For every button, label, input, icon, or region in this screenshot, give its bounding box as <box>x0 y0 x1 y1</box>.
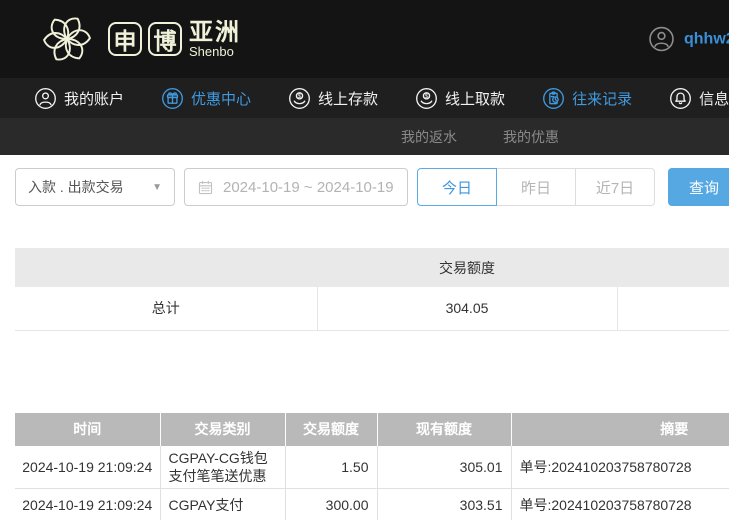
table-row: 2024-10-19 21:09:24 CGPAY-CG钱包支付笔笔送优惠 1.… <box>15 446 729 489</box>
chevron-down-icon: ▼ <box>152 182 162 193</box>
nav-item-messages[interactable]: 信息 <box>669 87 729 110</box>
main-nav: 我的账户 优惠中心 $ <box>0 78 729 118</box>
logo-characters: 申 博 <box>108 22 182 56</box>
cell-type: CGPAY支付 <box>160 488 285 520</box>
gift-icon <box>161 87 184 110</box>
summary-total-label: 总计 <box>15 287 317 330</box>
logo-region-cn: 亚洲 <box>189 20 241 45</box>
nav-item-deposit[interactable]: $ 线上存款 <box>288 87 378 110</box>
bell-icon <box>669 87 692 110</box>
summary-header-empty <box>15 248 317 287</box>
date-range-input[interactable]: 2024-10-19 ~ 2024-10-19 <box>184 168 408 206</box>
summary-total-amount: 304.05 <box>317 287 617 330</box>
table-row: 2024-10-19 21:09:24 CGPAY支付 300.00 303.5… <box>15 488 729 520</box>
date-quick-buttons: 今日 昨日 近7日 <box>417 168 655 206</box>
col-balance: 现有额度 <box>377 413 511 446</box>
cell-summary: 单号:202410203758780728 <box>511 446 729 489</box>
nav-label: 线上存款 <box>318 88 378 109</box>
sub-nav: 我的返水 我的优惠 <box>0 118 729 155</box>
clipboard-clock-icon <box>542 87 565 110</box>
logo-char-bo: 博 <box>148 22 182 56</box>
cell-balance: 305.01 <box>377 446 511 489</box>
cell-type: CGPAY-CG钱包支付笔笔送优惠 <box>160 446 285 489</box>
col-summary: 摘要 <box>511 413 729 446</box>
top-header: 申 博 亚洲 Shenbo qhhw2 <box>0 0 729 78</box>
logo-char-shen: 申 <box>108 22 142 56</box>
nav-label: 信息 <box>699 88 729 109</box>
summary-header-empty2 <box>617 248 729 287</box>
nav-label: 线上取款 <box>445 88 505 109</box>
transactions-table: 时间 交易类别 交易额度 现有额度 摘要 2024-10-19 21:09:24… <box>15 413 729 520</box>
brand-logo[interactable]: 申 博 亚洲 Shenbo <box>36 8 241 70</box>
user-avatar-icon <box>648 26 675 53</box>
subnav-item-rebate[interactable]: 我的返水 <box>401 127 457 147</box>
summary-header-row: 交易额度 <box>15 248 729 287</box>
nav-item-records[interactable]: 往来记录 <box>542 87 632 110</box>
summary-table: 交易额度 总计 304.05 <box>15 248 729 331</box>
svg-text:$: $ <box>298 92 302 99</box>
transaction-type-select[interactable]: 入款 . 出款交易 ▼ <box>15 168 175 206</box>
flower-logo-icon <box>36 8 98 70</box>
nav-item-promotions[interactable]: 优惠中心 <box>161 87 251 110</box>
col-type: 交易类别 <box>160 413 285 446</box>
cell-amount: 300.00 <box>285 488 377 520</box>
nav-label: 我的账户 <box>64 88 124 109</box>
summary-empty-cell <box>617 287 729 330</box>
logo-region-en: Shenbo <box>189 45 241 59</box>
nav-item-withdraw[interactable]: $ 线上取款 <box>415 87 505 110</box>
viewport: 申 博 亚洲 Shenbo qhhw2 <box>0 0 729 520</box>
hand-dollar-icon: $ <box>415 87 438 110</box>
cell-summary: 单号:202410203758780728 <box>511 488 729 520</box>
summary-total-row: 总计 304.05 <box>15 287 729 330</box>
username-text: qhhw2 <box>684 30 729 48</box>
logo-region: 亚洲 Shenbo <box>189 20 241 59</box>
content-area: 入款 . 出款交易 ▼ 2024-10-19 ~ 2024-10-19 今日 昨… <box>0 155 729 520</box>
cell-balance: 303.51 <box>377 488 511 520</box>
col-amount: 交易额度 <box>285 413 377 446</box>
cell-amount: 1.50 <box>285 446 377 489</box>
search-button[interactable]: 查询 <box>668 168 729 206</box>
col-time: 时间 <box>15 413 160 446</box>
user-account-link[interactable]: qhhw2 <box>648 26 729 53</box>
subnav-item-promo[interactable]: 我的优惠 <box>503 127 559 147</box>
user-circle-icon <box>34 87 57 110</box>
calendar-icon <box>197 179 214 196</box>
hand-coin-icon: $ <box>288 87 311 110</box>
cell-time: 2024-10-19 21:09:24 <box>15 488 160 520</box>
transactions-header-row: 时间 交易类别 交易额度 现有额度 摘要 <box>15 413 729 446</box>
summary-header-amount: 交易额度 <box>317 248 617 287</box>
page: 申 博 亚洲 Shenbo qhhw2 <box>0 0 729 520</box>
nav-label: 优惠中心 <box>191 88 251 109</box>
date-range-value: 2024-10-19 ~ 2024-10-19 <box>223 179 394 196</box>
nav-label: 往来记录 <box>572 88 632 109</box>
last7days-button[interactable]: 近7日 <box>575 168 655 206</box>
cell-time: 2024-10-19 21:09:24 <box>15 446 160 489</box>
transaction-type-value: 入款 . 出款交易 <box>28 177 124 197</box>
yesterday-button[interactable]: 昨日 <box>496 168 576 206</box>
filter-bar: 入款 . 出款交易 ▼ 2024-10-19 ~ 2024-10-19 今日 昨… <box>15 168 729 206</box>
today-button[interactable]: 今日 <box>417 168 497 206</box>
svg-text:$: $ <box>425 92 429 99</box>
nav-item-my-account[interactable]: 我的账户 <box>34 87 124 110</box>
